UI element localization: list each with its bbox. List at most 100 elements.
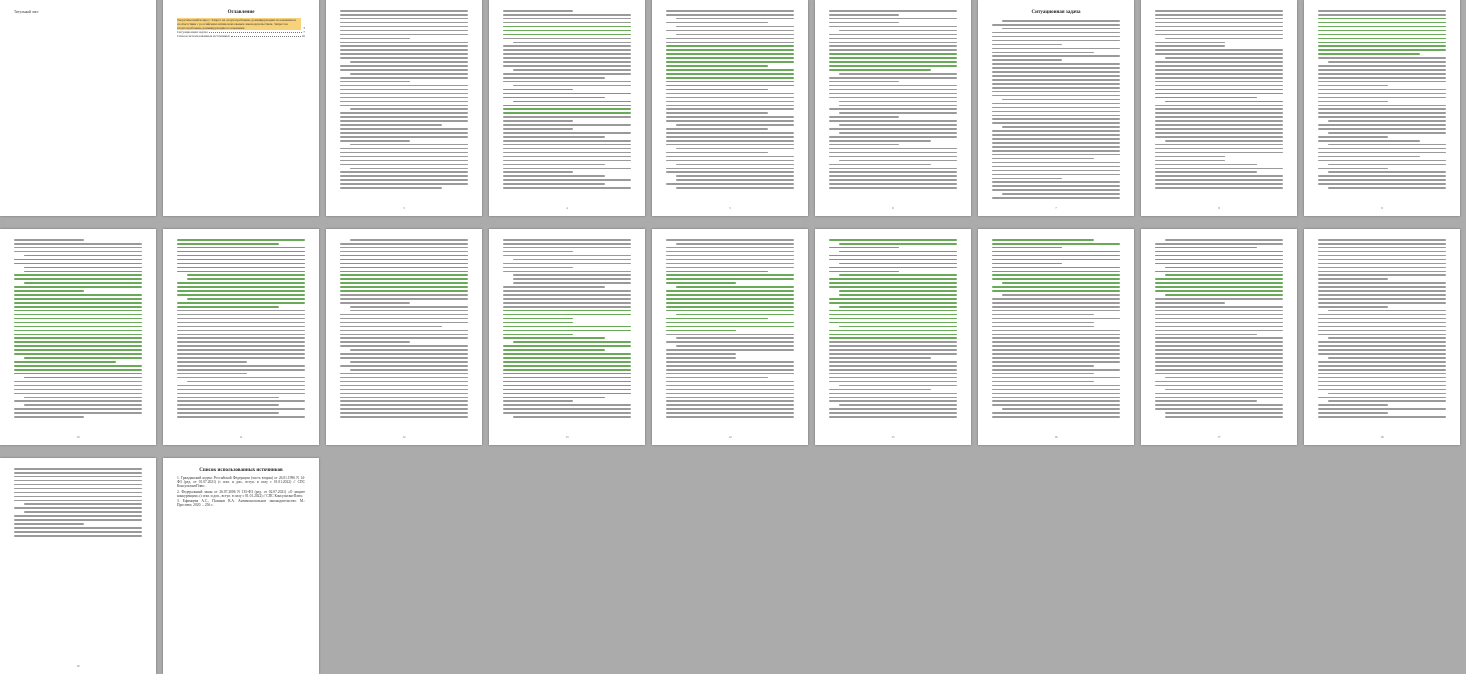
text-line <box>676 337 794 340</box>
text-line <box>503 151 631 154</box>
text-line <box>503 388 631 391</box>
text-line <box>666 21 769 24</box>
text-line <box>676 33 794 36</box>
text-line <box>1318 73 1446 75</box>
text-line <box>1155 262 1283 265</box>
document-page-10[interactable]: 10 <box>0 229 156 445</box>
document-page-20[interactable]: Список использованных источников 1. Гражд… <box>163 458 319 674</box>
text-line <box>992 63 1120 65</box>
text-line <box>1318 298 1446 300</box>
text-line <box>992 86 1120 89</box>
text-line <box>666 290 794 292</box>
text-line <box>992 242 1120 245</box>
text-line <box>1318 112 1446 114</box>
text-line <box>829 388 932 391</box>
text-line <box>1155 270 1283 273</box>
text-line <box>503 309 631 312</box>
document-page-3[interactable]: 3 <box>326 0 482 216</box>
text-line <box>177 365 305 367</box>
document-page-11[interactable]: 11 <box>163 229 319 445</box>
text-line <box>1318 376 1446 379</box>
text-line <box>503 147 631 150</box>
document-page-15[interactable]: 15 <box>815 229 971 445</box>
text-line <box>1318 294 1446 296</box>
text-line <box>666 53 794 55</box>
text-line <box>829 345 957 347</box>
text-line <box>503 349 606 351</box>
text-line <box>14 337 142 340</box>
text-line <box>1328 120 1446 122</box>
text-line <box>350 368 468 371</box>
text-line <box>829 147 957 150</box>
toc-entry[interactable]: Список использованных источников 10 <box>177 34 305 38</box>
text-line <box>992 321 1095 324</box>
text-line <box>340 124 443 126</box>
text-line <box>1318 254 1446 257</box>
text-line <box>340 100 468 103</box>
text-line <box>177 325 305 328</box>
text-line <box>340 53 468 55</box>
document-page-5[interactable]: 5 <box>652 0 808 216</box>
text-line <box>1318 262 1446 265</box>
text-line <box>14 290 85 292</box>
toc-entry[interactable]: Теоретический вопрос: Запрет на злоупотр… <box>177 18 305 30</box>
text-line <box>992 392 1120 395</box>
document-page-1[interactable]: Титульный лист <box>0 0 156 216</box>
text-line <box>666 112 769 114</box>
document-page-13[interactable]: 13 <box>489 229 645 445</box>
text-line <box>666 416 794 418</box>
text-line <box>14 507 142 509</box>
text-line <box>666 132 794 134</box>
text-line <box>340 132 468 134</box>
document-page-19[interactable]: 19 <box>0 458 156 674</box>
text-line <box>513 282 631 284</box>
text-line <box>1155 33 1283 36</box>
text-line <box>340 254 468 257</box>
text-line <box>340 357 468 359</box>
text-line <box>1318 372 1446 375</box>
document-page-6[interactable]: 6 <box>815 0 971 216</box>
text-line <box>676 25 794 28</box>
document-page-18[interactable]: 18 <box>1304 229 1460 445</box>
text-line <box>992 189 1120 191</box>
document-page-14[interactable]: 14 <box>652 229 808 445</box>
document-page-9[interactable]: 9 <box>1304 0 1460 216</box>
text-line <box>1155 254 1283 257</box>
text-line <box>14 258 142 261</box>
document-page-4[interactable]: 4 <box>489 0 645 216</box>
page-content <box>14 239 142 431</box>
text-line <box>1155 61 1283 63</box>
text-line <box>1155 84 1283 87</box>
text-line <box>829 175 957 177</box>
document-page-12[interactable]: 12 <box>326 229 482 445</box>
section-title: Ситуационная задача <box>1031 10 1081 15</box>
text-line <box>24 376 142 379</box>
text-line <box>503 175 606 177</box>
text-line <box>340 80 411 83</box>
text-line <box>992 185 1120 187</box>
text-line <box>1318 151 1446 154</box>
text-line <box>503 290 631 292</box>
text-line <box>666 92 794 95</box>
page-number: 10 <box>76 435 80 439</box>
document-page-8[interactable]: 8 <box>1141 0 1297 216</box>
text-line <box>992 305 1120 308</box>
text-line <box>1328 400 1446 403</box>
text-line <box>503 321 574 324</box>
document-page-16[interactable]: 16 <box>978 229 1134 445</box>
page-content <box>829 239 957 431</box>
text-line <box>1318 333 1446 336</box>
page-number: 12 <box>402 435 406 439</box>
page-content <box>1155 10 1283 202</box>
document-page-17[interactable]: 17 <box>1141 229 1297 445</box>
text-line <box>829 368 957 371</box>
text-line <box>829 65 957 67</box>
document-page-2[interactable]: Оглавление Теоретический вопрос: Запрет н… <box>163 0 319 216</box>
text-line <box>14 365 142 367</box>
text-line <box>1155 136 1283 138</box>
text-line <box>503 96 606 99</box>
text-line <box>1318 250 1446 253</box>
document-page-7[interactable]: Ситуационная задача 7 <box>978 0 1134 216</box>
text-line <box>503 305 631 308</box>
text-line <box>839 29 957 32</box>
